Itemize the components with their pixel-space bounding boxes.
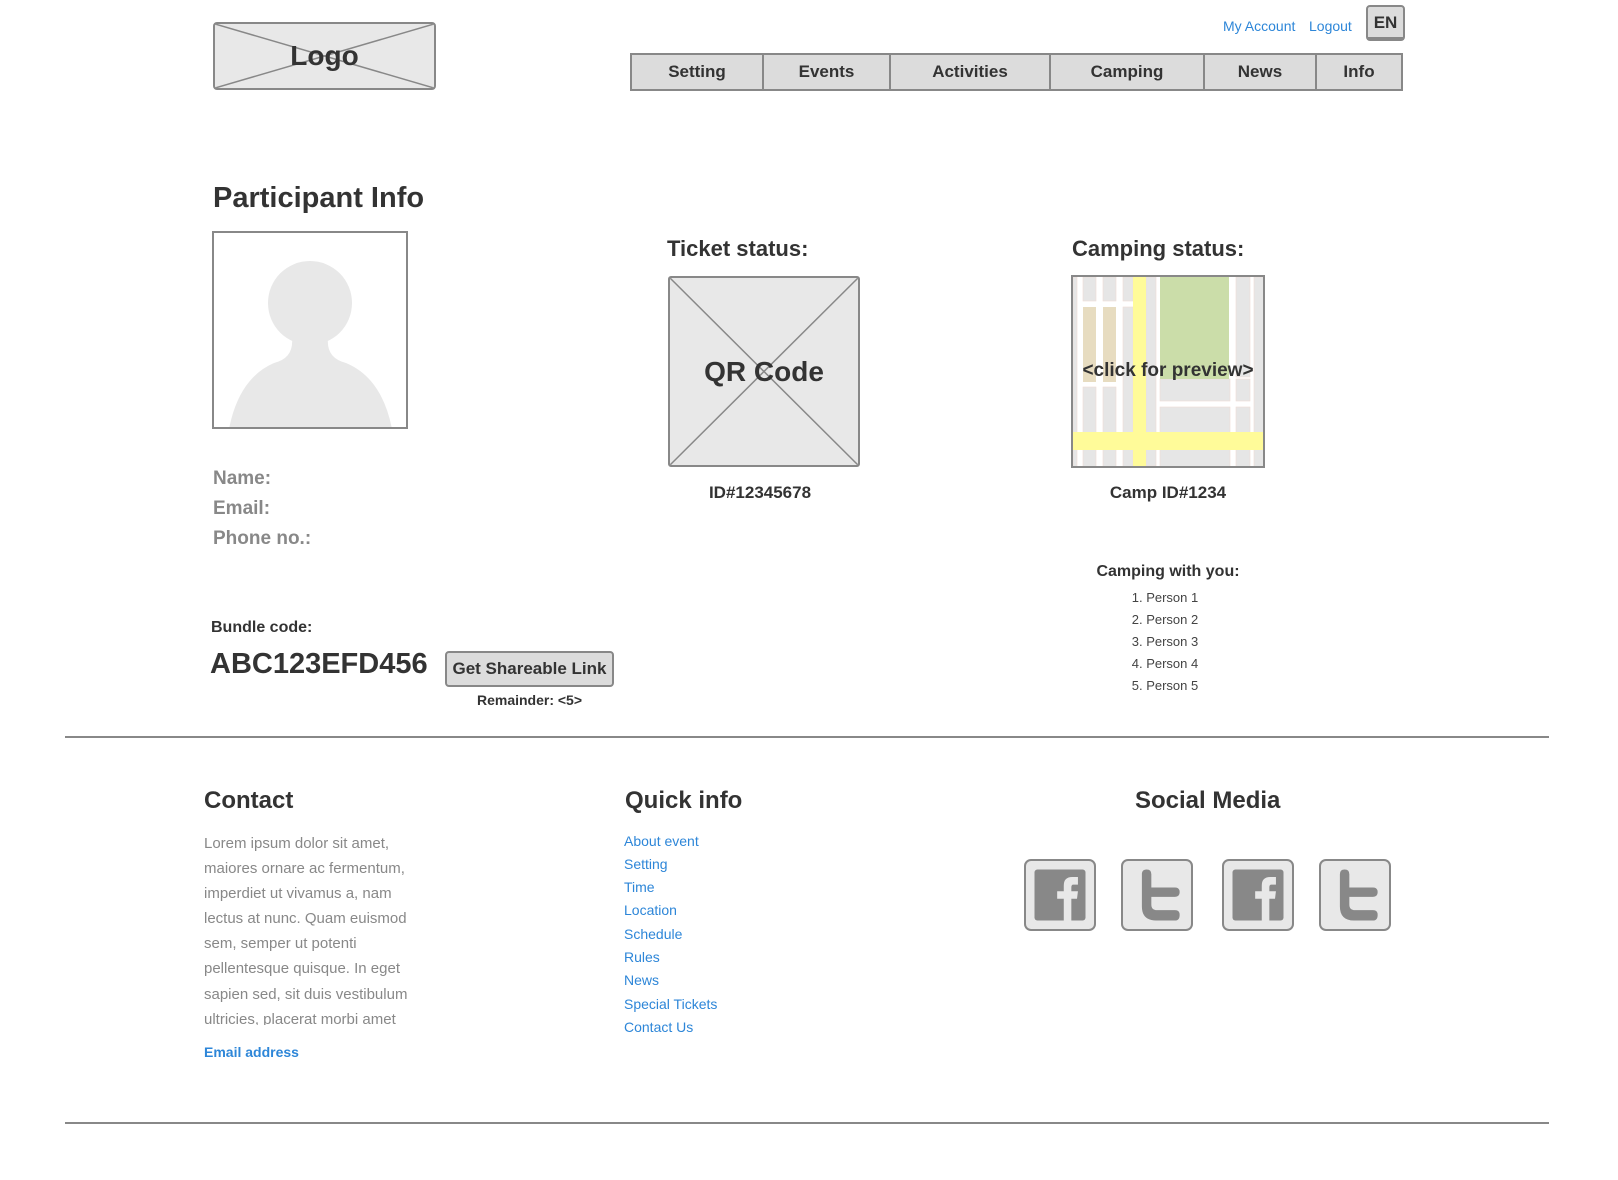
avatar <box>212 231 408 429</box>
bundle-code: ABC123EFD456 <box>210 648 428 680</box>
quick-link-setting[interactable]: Setting <box>624 856 668 872</box>
ticket-id: ID#12345678 <box>708 483 812 502</box>
quick-link-rules[interactable]: Rules <box>624 949 660 965</box>
nav-activities[interactable]: Activities <box>891 55 1051 89</box>
name-label: Name: <box>213 468 272 489</box>
get-shareable-link-button[interactable]: Get Shareable Link <box>445 651 614 687</box>
facebook-icon[interactable] <box>1222 859 1294 931</box>
main-nav: Setting Events Activities Camping News I… <box>630 53 1403 91</box>
qr-code: QR Code <box>668 276 860 467</box>
twitter-icon[interactable] <box>1319 859 1391 931</box>
quick-link-contact-us[interactable]: Contact Us <box>624 1019 693 1035</box>
quick-link-time[interactable]: Time <box>624 879 655 895</box>
nav-news[interactable]: News <box>1205 55 1317 89</box>
nav-camping[interactable]: Camping <box>1051 55 1205 89</box>
email-address-link[interactable]: Email address <box>204 1044 299 1060</box>
quick-link-location[interactable]: Location <box>624 902 677 918</box>
phone-label: Phone no.: <box>213 528 312 549</box>
camping-with-title: Camping with you: <box>1096 563 1240 580</box>
qr-code-label: QR Code <box>704 356 824 387</box>
logout-link[interactable]: Logout <box>1309 18 1352 34</box>
logo: Logo <box>213 22 436 90</box>
twitter-icon[interactable] <box>1121 859 1193 931</box>
nav-events[interactable]: Events <box>764 55 891 89</box>
contact-text: Lorem ipsum dolor sit amet, maiores orna… <box>204 835 408 1025</box>
email-label: Email: <box>213 498 271 519</box>
camp-map-preview[interactable]: <click for preview> <box>1071 275 1265 468</box>
facebook-icon[interactable] <box>1024 859 1096 931</box>
camping-title: Camping status: <box>1072 236 1245 261</box>
logo-text: Logo <box>290 40 359 71</box>
camp-id: Camp ID#1234 <box>1109 483 1227 502</box>
language-button[interactable]: EN <box>1366 5 1405 41</box>
nav-info[interactable]: Info <box>1317 55 1401 89</box>
ticket-title: Ticket status: <box>667 236 809 261</box>
bundle-label: Bundle code: <box>211 619 313 636</box>
divider <box>65 1122 1549 1124</box>
quick-link-about-event[interactable]: About event <box>624 833 699 849</box>
quick-link-schedule[interactable]: Schedule <box>624 926 682 942</box>
quick-link-news[interactable]: News <box>624 972 659 988</box>
camp-person: 1. Person 1 <box>1131 590 1199 605</box>
nav-setting[interactable]: Setting <box>632 55 764 89</box>
quick-link-special-tickets[interactable]: Special Tickets <box>624 996 717 1012</box>
camp-person: 4. Person 4 <box>1131 656 1199 671</box>
contact-title: Contact <box>204 787 294 814</box>
divider <box>65 736 1549 738</box>
remainder-text: Remainder: <5> <box>476 692 583 708</box>
camp-person: 3. Person 3 <box>1131 634 1199 649</box>
page-title: Participant Info <box>213 182 425 214</box>
camp-person: 2. Person 2 <box>1131 612 1199 627</box>
map-preview-label: <click for preview> <box>1082 360 1254 381</box>
quick-info-title: Quick info <box>625 787 743 814</box>
camp-person: 5. Person 5 <box>1131 678 1199 693</box>
social-media-title: Social Media <box>1135 787 1281 814</box>
my-account-link[interactable]: My Account <box>1223 18 1295 34</box>
